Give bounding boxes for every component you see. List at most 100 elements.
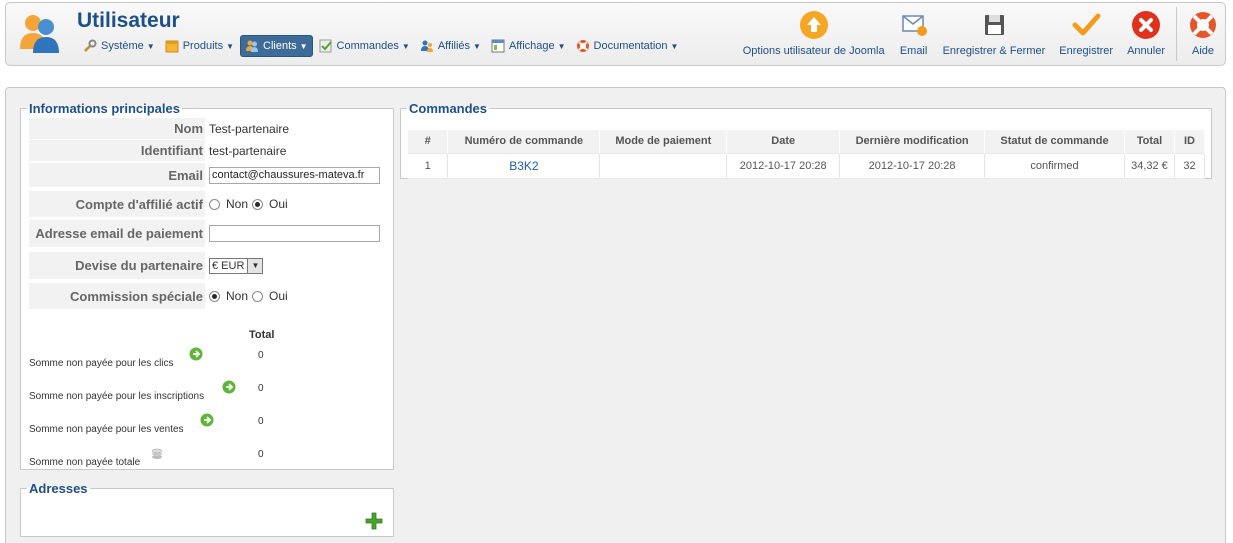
cell-modified: 2012-10-17 20:28 bbox=[839, 152, 986, 179]
currency-select[interactable]: € EUR ▼ bbox=[209, 257, 264, 274]
affiliates-icon bbox=[420, 40, 433, 52]
total-value: 0 bbox=[258, 449, 264, 460]
lifebuoy-icon bbox=[576, 40, 589, 52]
affiliate-yes-radio[interactable] bbox=[252, 198, 264, 210]
total-value: 0 bbox=[258, 383, 264, 394]
commission-options: Non Oui bbox=[205, 283, 292, 309]
envelope-icon bbox=[899, 10, 929, 40]
chevron-down-icon: ▼ bbox=[473, 41, 481, 51]
help-button[interactable]: Aide bbox=[1181, 3, 1225, 65]
column-header[interactable]: Statut de commande bbox=[984, 130, 1125, 153]
menu-documentation[interactable]: Documentation ▼ bbox=[572, 35, 683, 57]
toolbar-divider bbox=[1176, 7, 1177, 61]
wrench-icon bbox=[84, 39, 97, 52]
commission-yes-label: Oui bbox=[269, 289, 288, 303]
affiliate-active-options: Non Oui bbox=[205, 191, 292, 217]
menu-label: Système bbox=[101, 40, 144, 52]
menu-clients[interactable]: Clients ▼ bbox=[240, 35, 313, 57]
chevron-down-icon: ▼ bbox=[226, 41, 234, 51]
button-label: Aide bbox=[1191, 45, 1215, 57]
chevron-down-icon: ▼ bbox=[146, 41, 155, 51]
arrow-right-icon[interactable] bbox=[222, 380, 236, 394]
menu-commandes[interactable]: Commandes ▼ bbox=[315, 35, 414, 57]
arrow-right-icon[interactable] bbox=[189, 347, 203, 361]
button-label: Options utilisateur de Joomla bbox=[742, 45, 885, 57]
joomla-options-button[interactable]: Options utilisateur de Joomla bbox=[736, 3, 892, 65]
affiliate-yes-label: Oui bbox=[269, 197, 288, 211]
order-number-link[interactable]: B3K2 bbox=[447, 152, 601, 179]
total-label: Somme non payée pour les ventes bbox=[29, 424, 184, 435]
total-value: 0 bbox=[258, 350, 264, 361]
header-bar: Utilisateur Système ▼ Produits ▼ Clients ▼ … bbox=[5, 2, 1226, 66]
identifier-label: Identifiant bbox=[29, 140, 205, 161]
commission-yes-radio[interactable] bbox=[252, 290, 264, 302]
clients-icon bbox=[246, 40, 258, 52]
commission-label: Commission spéciale bbox=[29, 283, 205, 309]
column-header[interactable]: Mode de paiement bbox=[599, 130, 728, 153]
name-label: Nom bbox=[29, 118, 205, 139]
menu-label: Commandes bbox=[336, 40, 399, 52]
lifebuoy-icon bbox=[1188, 10, 1218, 40]
add-address-icon[interactable] bbox=[365, 512, 383, 530]
chevron-down-icon: ▼ bbox=[247, 258, 263, 273]
coins-icon bbox=[151, 448, 163, 459]
total-label: Somme non payée totale bbox=[29, 457, 141, 468]
total-label: Somme non payée pour les inscriptions bbox=[29, 391, 205, 402]
main-panel: Informations principales Nom Test-parten… bbox=[5, 87, 1226, 543]
cell-date: 2012-10-17 20:28 bbox=[726, 152, 841, 179]
total-label: Somme non payée pour les clics bbox=[29, 358, 174, 369]
name-value: Test-partenaire bbox=[209, 121, 290, 136]
column-header[interactable]: Numéro de commande bbox=[447, 130, 601, 153]
menu-label: Clients bbox=[263, 40, 297, 52]
email-field[interactable] bbox=[209, 166, 380, 184]
total-row-clicks: Somme non payée pour les clics 0 bbox=[29, 347, 289, 370]
chevron-down-icon: ▼ bbox=[401, 41, 410, 51]
save-close-button[interactable]: Enregistrer & Fermer bbox=[936, 3, 1053, 65]
cell-total: 34,32 € bbox=[1124, 152, 1175, 179]
payment-email-cell bbox=[205, 220, 380, 247]
menu-label: Affiliés bbox=[437, 40, 471, 52]
menu-affichage[interactable]: Affichage ▼ bbox=[487, 35, 570, 57]
column-header[interactable]: ID bbox=[1174, 130, 1206, 153]
total-row-overall: Somme non payée totale 0 bbox=[29, 448, 289, 469]
table-row: 1 B3K2 2012-10-17 20:28 2012-10-17 20:28… bbox=[408, 152, 1206, 179]
total-row-sales: Somme non payée pour les ventes 0 bbox=[29, 413, 289, 436]
box-icon bbox=[165, 40, 179, 53]
totals-header: Total bbox=[249, 329, 275, 341]
currency-selected-value: € EUR bbox=[212, 259, 245, 272]
column-header[interactable]: Total bbox=[1124, 130, 1175, 153]
cell-status: confirmed bbox=[984, 152, 1125, 179]
column-header[interactable]: Date bbox=[726, 130, 841, 153]
main-info-legend: Informations principales bbox=[29, 101, 180, 116]
affiliate-no-radio[interactable] bbox=[209, 198, 220, 210]
addresses-fieldset: Adresses bbox=[20, 481, 394, 537]
column-header[interactable]: # bbox=[408, 130, 449, 153]
chevron-down-icon: ▼ bbox=[557, 41, 566, 51]
cell-index: 1 bbox=[408, 152, 449, 179]
currency-label: Devise du partenaire bbox=[29, 252, 205, 279]
upload-icon bbox=[799, 10, 829, 40]
button-label: Enregistrer & Fermer bbox=[942, 45, 1046, 57]
orders-fieldset: Commandes # Numéro de commande Mode de p… bbox=[400, 101, 1212, 179]
cancel-button[interactable]: Annuler bbox=[1120, 3, 1172, 65]
menu-produits[interactable]: Produits ▼ bbox=[161, 35, 238, 57]
payment-email-field[interactable] bbox=[209, 225, 380, 242]
orders-header-row: # Numéro de commande Mode de paiement Da… bbox=[408, 130, 1206, 153]
save-button[interactable]: Enregistrer bbox=[1052, 3, 1120, 65]
total-value: 0 bbox=[258, 416, 264, 427]
menu-affilies[interactable]: Affiliés ▼ bbox=[416, 35, 485, 57]
cell-payment-method bbox=[599, 152, 728, 179]
commission-no-radio[interactable] bbox=[209, 290, 220, 302]
checkmark-icon bbox=[1071, 10, 1101, 40]
arrow-right-icon[interactable] bbox=[200, 413, 214, 427]
button-label: Annuler bbox=[1127, 45, 1165, 57]
email-row: Email bbox=[29, 163, 395, 187]
email-button[interactable]: Email bbox=[892, 3, 936, 65]
column-header[interactable]: Dernière modification bbox=[839, 130, 986, 153]
affiliate-no-label: Non bbox=[226, 197, 249, 211]
close-icon bbox=[1131, 10, 1161, 40]
cell-id: 32 bbox=[1174, 152, 1206, 179]
orders-table: # Numéro de commande Mode de paiement Da… bbox=[408, 130, 1206, 179]
menu-systeme[interactable]: Système ▼ bbox=[79, 35, 159, 57]
name-row: Nom Test-partenaire bbox=[29, 118, 395, 139]
